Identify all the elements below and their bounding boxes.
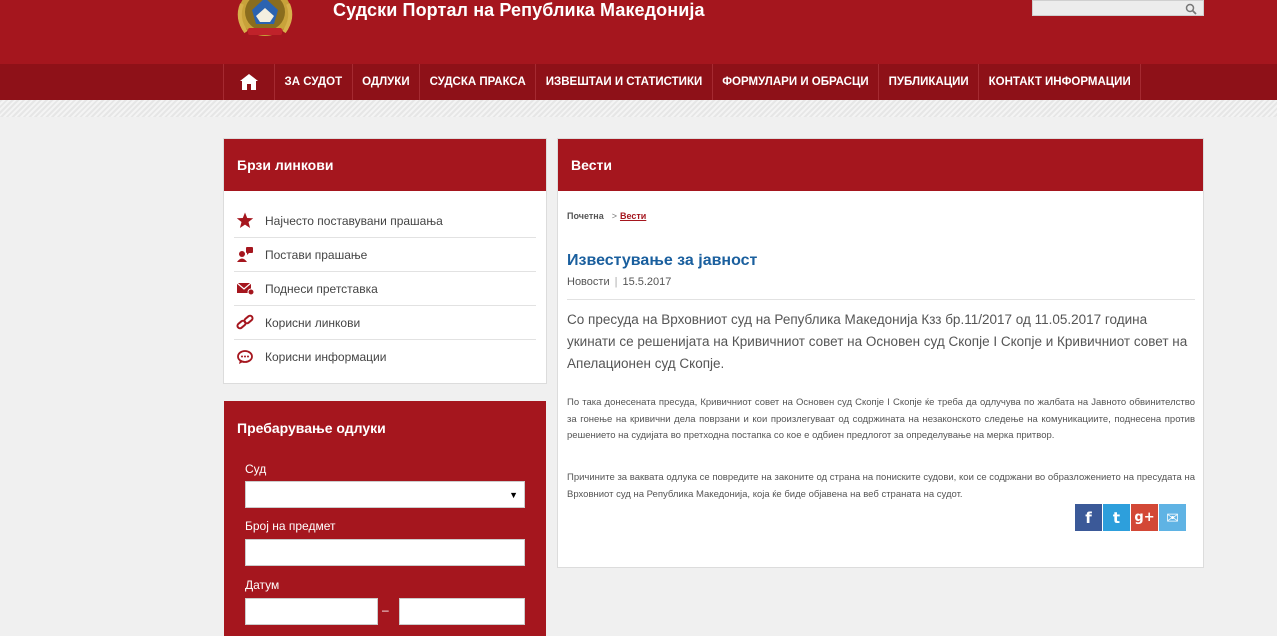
nav-publications[interactable]: ПУБЛИКАЦИИ — [879, 64, 980, 100]
twitter-icon: t — [1112, 508, 1121, 527]
breadcrumb-separator: > — [611, 211, 617, 221]
site-title[interactable]: Судски Портал на Република Македонија — [333, 0, 705, 21]
main-nav: ЗА СУДОТ ОДЛУКИ СУДСКА ПРАКСА ИЗВЕШТАИ И… — [0, 64, 1277, 100]
case-number-input[interactable] — [245, 539, 525, 566]
quick-link-submit-petition[interactable]: Поднеси претставка — [234, 272, 536, 306]
nav-contact[interactable]: КОНТАКТ ИНФОРМАЦИИ — [979, 64, 1142, 100]
date-label: Датум — [245, 578, 280, 592]
article-paragraph: Причините за ваквата одлука се повредите… — [567, 472, 1195, 500]
nav-reports-statistics[interactable]: ИЗВЕШТАИ И СТАТИСТИКИ — [536, 64, 713, 100]
article-meta: Новости | 15.5.2017 — [567, 276, 671, 288]
article-title: Известување за јавност — [567, 252, 758, 269]
quick-link-faq[interactable]: Најчесто поставувани прашања — [234, 204, 536, 238]
news-panel: Вести Почетна > Вести Известување за јавно… — [557, 138, 1204, 568]
site-header: Судски Портал на Република Македонија — [0, 0, 1277, 64]
user-question-icon — [234, 246, 256, 264]
date-from-input[interactable] — [245, 598, 378, 625]
quick-link-useful-info[interactable]: Корисни информации — [234, 340, 536, 374]
home-icon — [240, 74, 258, 90]
facebook-icon: f — [1085, 508, 1092, 527]
article-paragraph: По така донесената пресуда, Кривичниот с… — [567, 397, 1195, 441]
nav-case-law[interactable]: СУДСКА ПРАКСА — [420, 64, 537, 100]
court-select[interactable]: ▼ — [245, 481, 525, 508]
site-search[interactable] — [1032, 0, 1204, 18]
article-date: 15.5.2017 — [622, 276, 672, 288]
quick-link-label: Постави прашање — [265, 247, 368, 262]
share-buttons: f t g+ ✉ — [1074, 504, 1186, 531]
quick-link-label: Најчесто поставувани прашања — [265, 213, 443, 228]
mail-icon — [234, 280, 256, 298]
breadcrumb-current[interactable]: Вести — [620, 211, 646, 221]
google-plus-icon: g+ — [1134, 510, 1155, 525]
search-icon[interactable] — [1185, 2, 1197, 15]
date-to-input[interactable] — [399, 598, 525, 625]
nav-decisions[interactable]: ОДЛУКИ — [353, 64, 421, 100]
quick-link-ask-question[interactable]: Постави прашање — [234, 238, 536, 272]
nav-home[interactable] — [223, 64, 275, 100]
decorative-stripe — [0, 100, 1277, 117]
meta-separator: | — [614, 276, 618, 288]
decision-search-title: Пребарување одлуки — [237, 420, 386, 436]
twitter-share-button[interactable]: t — [1103, 504, 1130, 531]
divider — [567, 299, 1195, 300]
quick-links-list: Најчесто поставувани прашања Постави пра… — [224, 191, 546, 374]
court-label: Суд — [245, 462, 267, 476]
coat-of-arms-logo[interactable] — [230, 0, 300, 40]
quick-link-label: Поднеси претставка — [265, 281, 378, 296]
case-number-label: Број на предмет — [245, 519, 336, 533]
nav-about-court[interactable]: ЗА СУДОТ — [275, 64, 353, 100]
star-icon — [234, 212, 256, 230]
search-input[interactable] — [1033, 4, 1183, 18]
date-range-separator: – — [382, 603, 389, 617]
email-icon: ✉ — [1166, 508, 1179, 527]
quick-links-panel: Брзи линкови Најчесто поставувани прашањ… — [223, 138, 547, 384]
chat-icon — [234, 348, 256, 366]
article-category[interactable]: Новости — [567, 276, 610, 288]
quick-link-useful-links[interactable]: Корисни линкови — [234, 306, 536, 340]
quick-link-label: Корисни линкови — [265, 315, 361, 330]
quick-link-label: Корисни информации — [265, 350, 387, 364]
article-lead: Со пресуда на Врховниот суд на Република… — [567, 312, 1188, 371]
google-plus-share-button[interactable]: g+ — [1131, 504, 1158, 531]
decision-search-panel: Пребарување одлуки Суд ▼ Број на предмет… — [224, 401, 546, 636]
facebook-share-button[interactable]: f — [1075, 504, 1102, 531]
news-panel-title: Вести — [558, 139, 1203, 191]
link-icon — [234, 314, 256, 332]
nav-forms[interactable]: ФОРМУЛАРИ И ОБРАСЦИ — [713, 64, 880, 100]
email-share-button[interactable]: ✉ — [1159, 504, 1186, 531]
chevron-down-icon: ▼ — [509, 490, 518, 500]
breadcrumb-home[interactable]: Почетна — [567, 211, 604, 221]
quick-links-title: Брзи линкови — [224, 139, 546, 191]
breadcrumb: Почетна > Вести — [567, 211, 646, 221]
